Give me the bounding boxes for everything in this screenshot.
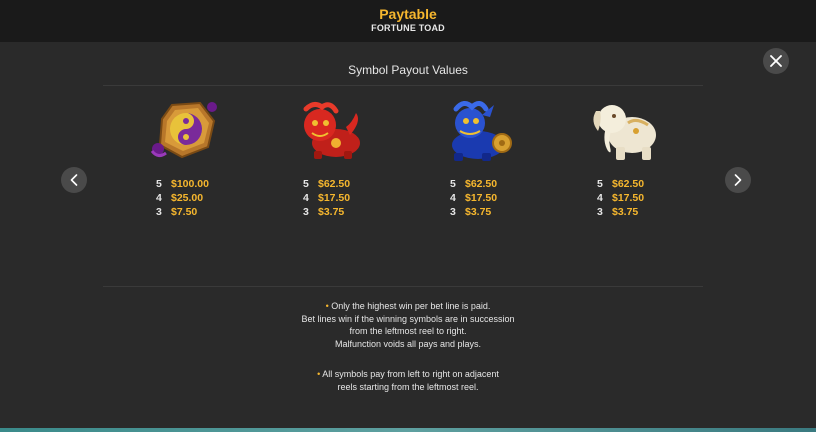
rules-text-2: • All symbols pay from left to right on … bbox=[0, 368, 816, 393]
bottom-edge bbox=[0, 428, 816, 432]
bullet-icon: • bbox=[317, 369, 321, 379]
chevron-right-icon bbox=[734, 174, 742, 186]
page-title: Paytable bbox=[379, 6, 437, 22]
paytable-header: Paytable FORTUNE TOAD bbox=[0, 0, 816, 42]
payout-row: 3 $7.50 bbox=[156, 206, 198, 218]
red-lion-icon bbox=[303, 101, 360, 159]
divider-top bbox=[103, 85, 703, 86]
blue-dragon-icon bbox=[452, 101, 512, 161]
payout-row: 3 $3.75 bbox=[303, 206, 345, 218]
payout-list-red-lion: 5 $62.50 4 $17.50 3 $3.75 bbox=[303, 177, 350, 219]
payout-list-blue-dragon: 5 $62.50 4 $17.50 3 $3.75 bbox=[450, 177, 497, 219]
next-page-button[interactable] bbox=[725, 167, 751, 193]
chevron-left-icon bbox=[70, 174, 78, 186]
payout-row: 5 $62.50 bbox=[450, 178, 498, 190]
payout-row: 5 $62.50 bbox=[303, 178, 351, 190]
previous-page-button[interactable] bbox=[61, 167, 87, 193]
game-name: FORTUNE TOAD bbox=[371, 23, 445, 33]
payout-row: 4 $17.50 bbox=[597, 192, 645, 204]
payout-list-yin-yang: 5 $100.00 4 $25.00 3 $7.50 bbox=[156, 177, 209, 219]
rule-line: • Only the highest win per bet line is p… bbox=[325, 301, 491, 311]
divider-bottom bbox=[103, 286, 703, 287]
white-elephant-icon bbox=[593, 105, 656, 160]
payout-row: 5 $62.50 bbox=[597, 178, 645, 190]
yin-yang-coin-icon bbox=[150, 101, 217, 159]
bullet-icon: • bbox=[325, 301, 329, 311]
rules-text-1: • Only the highest win per bet line is p… bbox=[0, 300, 816, 350]
rule-line: Malfunction voids all pays and plays. bbox=[334, 338, 482, 349]
payout-row: 4 $25.00 bbox=[156, 192, 204, 204]
payout-row: 3 $3.75 bbox=[450, 206, 492, 218]
rule-line: reels starting from the leftmost reel. bbox=[337, 381, 479, 392]
payout-row: 5 $100.00 bbox=[156, 178, 209, 190]
payout-row: 4 $17.50 bbox=[303, 192, 351, 204]
rule-line: from the leftmost reel to right. bbox=[349, 326, 467, 336]
rule-line: Bet lines win if the winning symbols are… bbox=[301, 313, 515, 324]
section-title: Symbol Payout Values bbox=[348, 63, 468, 77]
payout-row: 4 $17.50 bbox=[450, 192, 498, 204]
payout-list-white-elephant: 5 $62.50 4 $17.50 3 $3.75 bbox=[597, 177, 644, 219]
rule-line: • All symbols pay from left to right on … bbox=[317, 369, 499, 379]
payout-row: 3 $3.75 bbox=[597, 206, 639, 218]
